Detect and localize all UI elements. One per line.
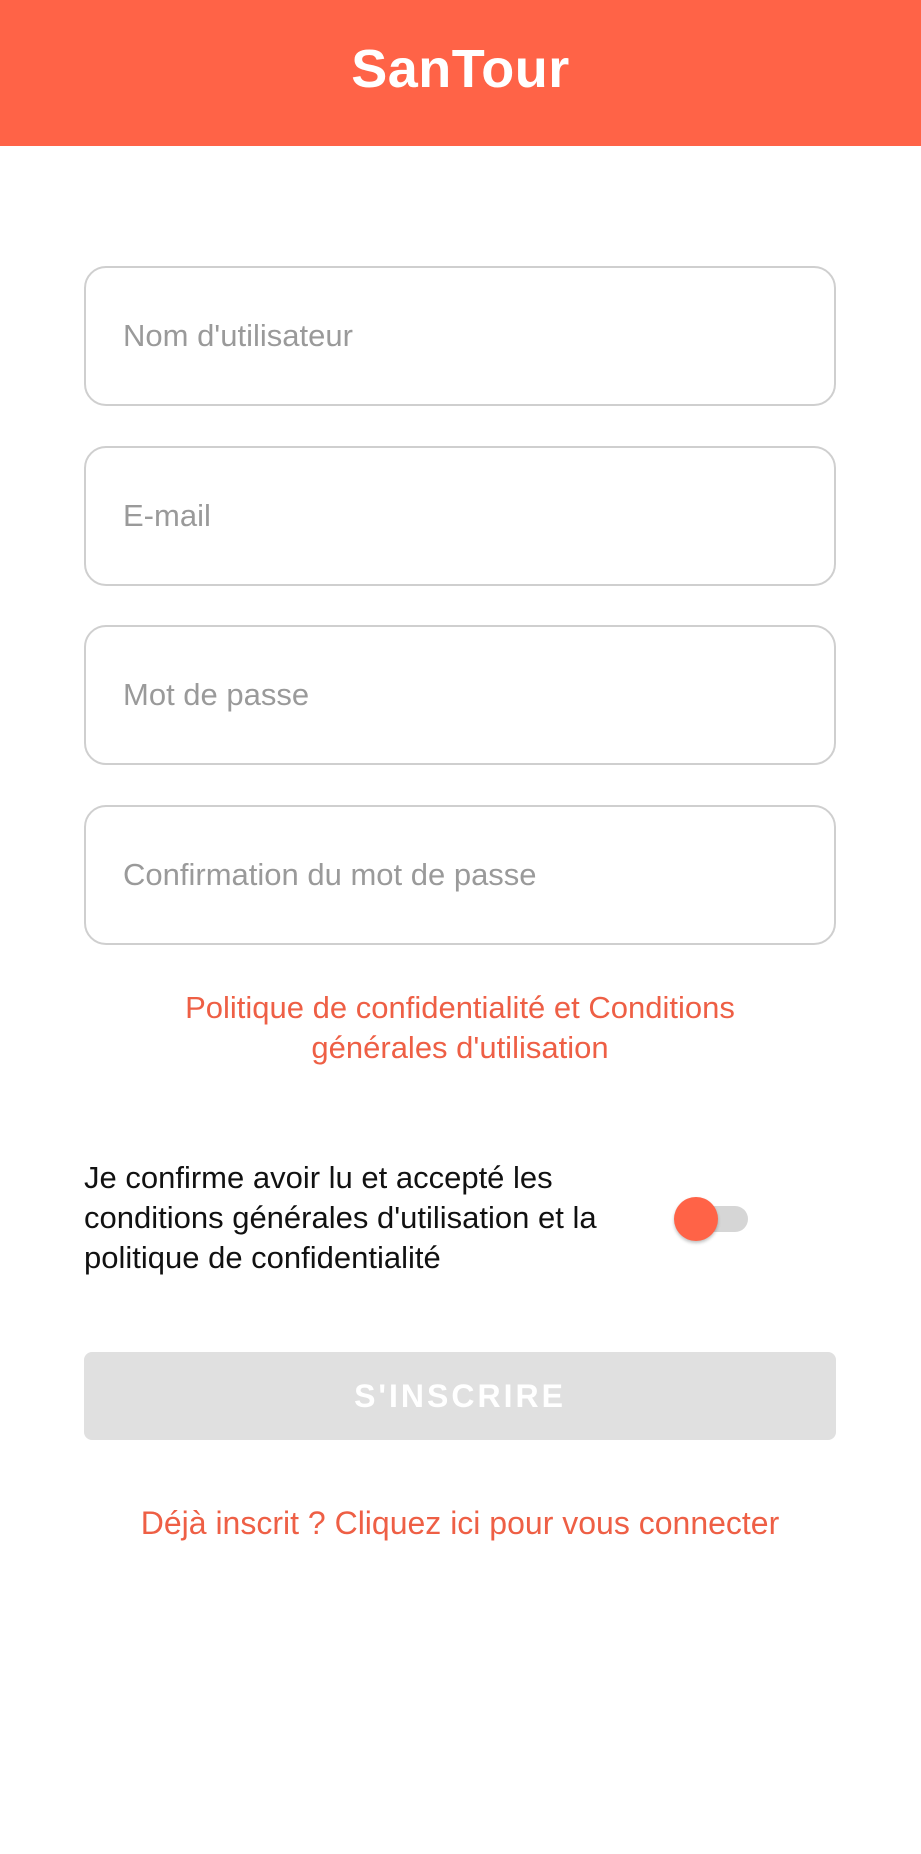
privacy-policy-link-line1: Politique de confidentialité et Conditio… [185,990,735,1025]
consent-row: Je confirme avoir lu et accepté les cond… [84,1158,836,1278]
app-title: SanTour [351,39,570,99]
consent-label-line3: politique de confidentialité [84,1240,441,1275]
signup-button[interactable]: S'INSCRIRE [84,1352,836,1440]
password-confirm-input[interactable] [121,856,814,894]
privacy-policy-link-line2: générales d'utilisation [311,1030,609,1065]
login-link[interactable]: Déjà inscrit ? Cliquez ici pour vous con… [84,1503,836,1543]
consent-label: Je confirme avoir lu et accepté les cond… [84,1158,664,1278]
email-input[interactable] [121,497,814,535]
password-confirm-field-container[interactable] [84,805,836,945]
password-field-container[interactable] [84,625,836,765]
consent-toggle[interactable] [674,1194,752,1242]
username-field-container[interactable] [84,266,836,406]
consent-toggle-thumb [674,1197,718,1241]
password-input[interactable] [121,676,814,714]
consent-label-line1: Je confirme avoir lu et accepté les [84,1160,553,1195]
consent-label-line2: conditions générales d'utilisation et la [84,1200,597,1235]
privacy-policy-link[interactable]: Politique de confidentialité et Conditio… [84,988,836,1068]
app-bar: SanTour [0,0,921,146]
email-field-container[interactable] [84,446,836,586]
username-input[interactable] [121,317,814,355]
